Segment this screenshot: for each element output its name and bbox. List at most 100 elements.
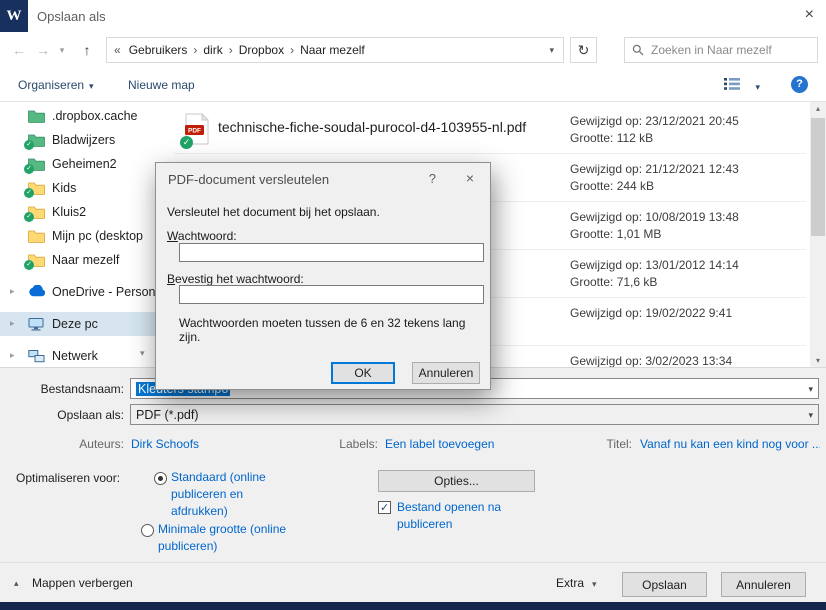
filetype-select[interactable]: PDF (*.pdf) ▾ (130, 404, 819, 425)
breadcrumb-item[interactable]: Naar mezelf (295, 43, 370, 57)
file-modified: Gewijzigd op: 23/12/2021 20:45 (570, 113, 739, 130)
open-after-checkbox[interactable] (378, 501, 391, 514)
file-name: technische-fiche-soudal-purocol-d4-10395… (218, 119, 526, 135)
history-chevron-icon[interactable]: ▾ (56, 39, 68, 61)
file-metadata: Gewijzigd op: 23/12/2021 20:45Grootte: 1… (570, 113, 739, 147)
options-button[interactable]: Opties... (378, 470, 535, 492)
address-bar: ← → ▾ ↑ « Gebruikers›dirk›Dropbox›Naar m… (0, 32, 826, 68)
scroll-up-icon[interactable]: ▴ (810, 102, 826, 116)
title-bar: W Opslaan als × (0, 0, 826, 32)
sidebar-item[interactable]: ✓ Naar mezelf (0, 248, 170, 272)
file-row[interactable]: PDF✓ technische-fiche-soudal-purocol-d4-1… (174, 106, 806, 154)
filetype-value: PDF (*.pdf) (136, 408, 199, 422)
file-size: Grootte: 244 kB (570, 178, 739, 195)
chevron-down-icon[interactable]: ▾ (808, 410, 813, 421)
expand-chevron-icon[interactable]: ▸ (10, 318, 15, 329)
tags-label: Labels: (294, 437, 378, 451)
sidebar-item-label: Mijn pc (desktop (52, 229, 143, 243)
help-icon[interactable]: ? (791, 76, 808, 93)
search-icon (632, 44, 644, 56)
sidebar-item-label: Naar mezelf (52, 253, 119, 267)
sidebar-item[interactable]: ✓Kids (0, 176, 170, 200)
folder-icon: ✓ (28, 205, 46, 219)
sidebar-item-label: .dropbox.cache (52, 109, 137, 123)
pdf-file-icon: PDF✓ (184, 113, 210, 145)
modal-cancel-button[interactable]: Annuleren (412, 362, 480, 384)
sidebar-tree: .dropbox.cache✓Bladwijzers✓Geheimen2✓Kid… (0, 102, 170, 368)
authors-value[interactable]: Dirk Schoofs (131, 437, 199, 451)
breadcrumb[interactable]: « Gebruikers›dirk›Dropbox›Naar mezelf ▾ (106, 37, 564, 63)
chevron-down-icon[interactable]: ▾ (549, 45, 559, 56)
breadcrumb-item[interactable]: dirk (198, 43, 227, 57)
new-folder-button[interactable]: Nieuwe map (128, 78, 195, 92)
confirm-password-field[interactable] (179, 285, 484, 304)
expand-chevron-icon[interactable]: ▸ (10, 286, 15, 297)
scrollbar-thumb[interactable] (811, 118, 825, 236)
sidebar-item[interactable]: ✓ Bladwijzers (0, 128, 170, 152)
radio-optimize-standard[interactable] (154, 472, 167, 485)
title-value[interactable]: Vanaf nu kan een kind nog voor ... (640, 437, 820, 451)
cancel-button[interactable]: Annuleren (721, 572, 806, 597)
chevron-down-icon[interactable]: ▾ (808, 384, 813, 395)
tags-value[interactable]: Een label toevoegen (385, 437, 494, 451)
cloud-icon (28, 285, 46, 299)
encrypt-pdf-dialog: PDF-document versleutelen ? × Versleutel… (155, 162, 491, 390)
breadcrumb-item[interactable]: Gebruikers (124, 43, 193, 57)
sidebar-item[interactable]: Mijn pc (desktop (0, 224, 170, 248)
radio-optimize-minimal[interactable] (141, 524, 154, 537)
hide-folders-label: Mappen verbergen (32, 576, 133, 590)
file-size: Grootte: 1,01 MB (570, 226, 739, 243)
file-list-scrollbar[interactable]: ▴ ▾ (810, 102, 826, 368)
refresh-icon[interactable]: ↻ (570, 37, 597, 63)
forward-icon[interactable]: → (32, 39, 54, 61)
breadcrumb-prefix-icon: « (111, 43, 124, 57)
sidebar-item[interactable]: ▸OneDrive - Person (0, 280, 170, 304)
save-button[interactable]: Opslaan (622, 572, 707, 597)
radio-standard-label[interactable]: Standaard (online publiceren en afdrukke… (171, 469, 289, 520)
sidebar-item[interactable]: .dropbox.cache (0, 104, 170, 128)
folder-green-icon: ✓ (28, 133, 46, 147)
breadcrumb-item[interactable]: Dropbox (234, 43, 289, 57)
ok-button[interactable]: OK (331, 362, 395, 384)
file-modified: Gewijzigd op: 13/01/2012 14:14 (570, 257, 739, 274)
open-after-label[interactable]: Bestand openen na publiceren (397, 499, 521, 533)
back-icon[interactable]: ← (8, 39, 30, 61)
sidebar-item-label: Deze pc (52, 317, 98, 331)
sync-check-icon: ✓ (24, 260, 34, 270)
radio-minimal-label[interactable]: Minimale grootte (online publiceren) (158, 521, 292, 555)
file-modified: Gewijzigd op: 19/02/2022 9:41 (570, 305, 732, 322)
search-input[interactable]: Zoeken in Naar mezelf (624, 37, 818, 63)
sidebar-item[interactable]: ✓Geheimen2 (0, 152, 170, 176)
modal-close-icon[interactable]: × (466, 170, 474, 186)
filename-label: Bestandsnaam: (0, 382, 124, 396)
dialog-footer: ▴ Mappen verbergen Extra▾ Opslaan Annule… (0, 562, 826, 602)
hide-folders-button[interactable]: ▴ Mappen verbergen (16, 576, 133, 590)
tools-dropdown[interactable]: Extra▾ (556, 576, 597, 590)
sidebar-item[interactable]: ✓Kluis2 (0, 200, 170, 224)
sidebar-item-label: Kids (52, 181, 76, 195)
window-title: Opslaan als (37, 9, 106, 24)
sidebar-item[interactable]: ▸ Deze pc (0, 312, 170, 336)
screen: W Opslaan als × ← → ▾ ↑ « Gebruikers›dir… (0, 0, 826, 610)
chevron-up-icon: ▴ (14, 578, 19, 589)
modal-help-icon[interactable]: ? (429, 171, 436, 186)
list-view-icon (724, 77, 740, 91)
optimize-label: Optimaliseren voor: (16, 471, 120, 485)
word-app-icon: W (0, 0, 28, 32)
breadcrumb-items: Gebruikers›dirk›Dropbox›Naar mezelf (124, 43, 370, 57)
tree-scroll-down-icon[interactable]: ▾ (140, 348, 145, 359)
view-options-button[interactable]: ▾ (724, 77, 760, 95)
svg-text:PDF: PDF (188, 128, 201, 135)
password-field[interactable] (179, 243, 484, 262)
chevron-down-icon: ▾ (89, 81, 94, 91)
organize-button[interactable]: Organiseren▾ (18, 78, 94, 92)
authors-label: Auteurs: (0, 437, 124, 451)
up-icon[interactable]: ↑ (76, 39, 98, 61)
file-metadata: Gewijzigd op: 3/02/2023 13:34 (570, 353, 732, 368)
scroll-down-icon[interactable]: ▾ (810, 354, 826, 368)
close-icon[interactable]: × (805, 6, 814, 24)
expand-chevron-icon[interactable]: ▸ (10, 350, 15, 361)
sync-check-icon: ✓ (24, 164, 34, 174)
sidebar-item-label: Bladwijzers (52, 133, 115, 147)
file-size: Grootte: 112 kB (570, 130, 739, 147)
